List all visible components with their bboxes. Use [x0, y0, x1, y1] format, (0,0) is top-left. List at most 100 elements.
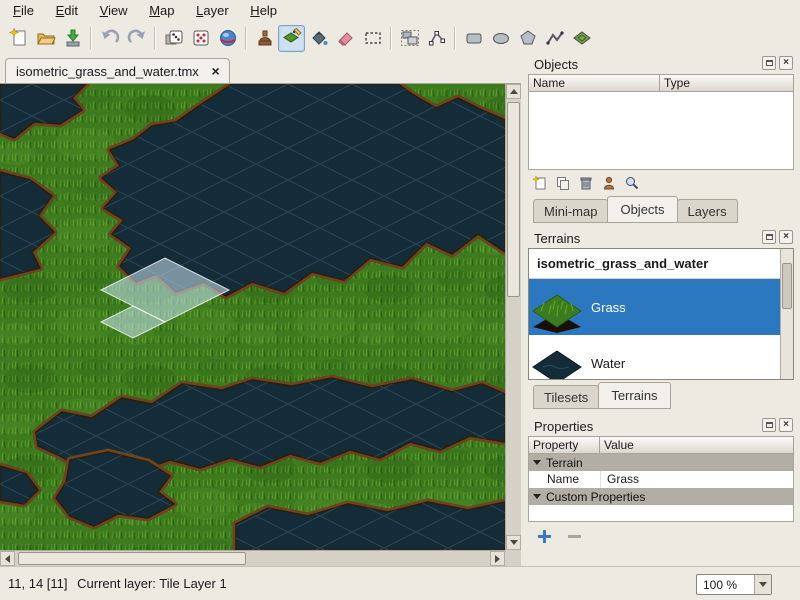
objects-toolbar — [528, 170, 796, 194]
objects-close-button[interactable]: × — [779, 56, 793, 70]
objects-dock-titlebar: Objects × — [528, 54, 796, 74]
terrain-item-water[interactable]: Water — [529, 335, 793, 380]
tab-tilesets[interactable]: Tilesets — [533, 385, 599, 409]
toolbar-separator — [245, 27, 247, 49]
collapse-triangle-icon — [533, 460, 541, 465]
terrains-scrollbar[interactable] — [780, 249, 793, 379]
property-row-name[interactable]: Name Grass — [529, 471, 793, 488]
automapping-button[interactable] — [187, 25, 214, 52]
lower-dock-tabs: TilesetsTerrains — [528, 380, 796, 408]
properties-column-property[interactable]: Property — [528, 436, 600, 454]
menu-layer[interactable]: Layer — [187, 0, 238, 20]
add-property-button[interactable] — [534, 526, 554, 546]
select-objects-button[interactable] — [396, 25, 423, 52]
terrain-item-label: Grass — [591, 300, 626, 315]
properties-dock: Properties × Property Value Terrain Name — [528, 416, 796, 546]
open-map-button[interactable] — [32, 25, 59, 52]
edit-polygons-button[interactable] — [423, 25, 450, 52]
document-tab[interactable]: isometric_grass_and_water.tmx × — [5, 58, 230, 83]
eraser-button[interactable] — [332, 25, 359, 52]
scrollbar-corner — [505, 550, 521, 566]
remove-object-button[interactable] — [576, 173, 596, 193]
plus-icon — [538, 530, 551, 543]
canvas-horizontal-scrollbar[interactable] — [0, 550, 505, 566]
scroll-up-button[interactable] — [506, 84, 521, 99]
terrains-float-button[interactable] — [762, 230, 776, 244]
tab-terrains[interactable]: Terrains — [598, 382, 670, 409]
objects-list[interactable] — [528, 92, 794, 170]
scroll-left-button[interactable] — [0, 551, 15, 566]
highlight-current-layer-button[interactable] — [214, 25, 241, 52]
properties-float-button[interactable] — [762, 418, 776, 432]
insert-rectangle-button[interactable] — [460, 25, 487, 52]
document-tab-title: isometric_grass_and_water.tmx — [16, 64, 199, 79]
properties-dock-title: Properties — [534, 419, 593, 434]
duplicate-object-button[interactable] — [553, 173, 573, 193]
menu-map[interactable]: Map — [140, 0, 183, 20]
terrains-tileset-name: isometric_grass_and_water — [529, 249, 793, 279]
zoom-dropdown-button[interactable] — [754, 575, 771, 594]
tab-objects[interactable]: Objects — [607, 196, 677, 223]
tab-mini-map[interactable]: Mini-map — [533, 199, 608, 223]
undo-button[interactable] — [96, 25, 123, 52]
menu-help[interactable]: Help — [241, 0, 286, 20]
tiled-window: File Edit View Map Layer Help — [0, 0, 800, 600]
menu-file[interactable]: File — [4, 0, 43, 20]
objects-table-header: Name Type — [528, 74, 794, 92]
objects-column-type[interactable]: Type — [660, 74, 794, 92]
terrain-item-label: Water — [591, 356, 625, 371]
properties-table-header: Property Value — [528, 436, 794, 454]
water-tile-icon — [531, 337, 583, 380]
property-group-label: Terrain — [546, 456, 583, 470]
vertical-scroll-thumb[interactable] — [507, 102, 520, 297]
rectangular-select-button[interactable] — [359, 25, 386, 52]
property-group-custom-properties[interactable]: Custom Properties — [529, 488, 793, 505]
main-area: isometric_grass_and_water.tmx × — [0, 54, 800, 566]
objects-column-name[interactable]: Name — [528, 74, 660, 92]
terrain-brush-button[interactable] — [278, 25, 305, 52]
scroll-right-button[interactable] — [490, 551, 505, 566]
properties-close-button[interactable]: × — [779, 418, 793, 432]
cursor-coordinates: 11, 14 [11] — [8, 576, 68, 591]
insert-polygon-button[interactable] — [514, 25, 541, 52]
insert-tile-button[interactable] — [568, 25, 595, 52]
insert-polyline-button[interactable] — [541, 25, 568, 52]
add-object-button[interactable] — [530, 173, 550, 193]
collapse-triangle-icon — [533, 494, 541, 499]
edit-object-button[interactable] — [599, 173, 619, 193]
toolbar-separator — [90, 27, 92, 49]
upper-dock-tabs: Mini-mapObjectsLayers — [528, 194, 796, 222]
new-map-button[interactable] — [5, 25, 32, 52]
tab-layers[interactable]: Layers — [677, 199, 738, 223]
save-map-button[interactable] — [59, 25, 86, 52]
redo-button[interactable] — [123, 25, 150, 52]
scroll-down-button[interactable] — [506, 535, 521, 550]
canvas-vertical-scrollbar[interactable] — [505, 84, 521, 550]
tab-close-icon[interactable]: × — [211, 63, 219, 79]
horizontal-scroll-thumb[interactable] — [18, 552, 246, 565]
insert-ellipse-button[interactable] — [487, 25, 514, 52]
menu-edit[interactable]: Edit — [47, 0, 87, 20]
terrains-list: isometric_grass_and_water Grass — [528, 248, 794, 380]
terrain-item-grass[interactable]: Grass — [529, 279, 793, 335]
map-canvas[interactable] — [0, 84, 505, 550]
terrains-dock-title: Terrains — [534, 231, 580, 246]
property-group-label: Custom Properties — [546, 490, 645, 504]
bucket-fill-button[interactable] — [305, 25, 332, 52]
zoom-value: 100 % — [703, 578, 737, 592]
properties-column-value[interactable]: Value — [600, 436, 794, 454]
zoom-combobox[interactable]: 100 % — [696, 574, 772, 595]
random-mode-button[interactable] — [160, 25, 187, 52]
float-icon — [766, 234, 773, 240]
remove-property-button[interactable] — [564, 526, 584, 546]
menu-view[interactable]: View — [91, 0, 137, 20]
terrains-close-button[interactable]: × — [779, 230, 793, 244]
isometric-map-art — [0, 84, 505, 550]
stamp-brush-button[interactable] — [251, 25, 278, 52]
property-group-terrain[interactable]: Terrain — [529, 454, 793, 471]
property-value-cell[interactable]: Grass — [601, 471, 793, 488]
terrains-scroll-thumb[interactable] — [782, 263, 792, 309]
objects-float-button[interactable] — [762, 56, 776, 70]
property-name-cell: Name — [529, 471, 601, 488]
search-object-button[interactable] — [622, 173, 642, 193]
